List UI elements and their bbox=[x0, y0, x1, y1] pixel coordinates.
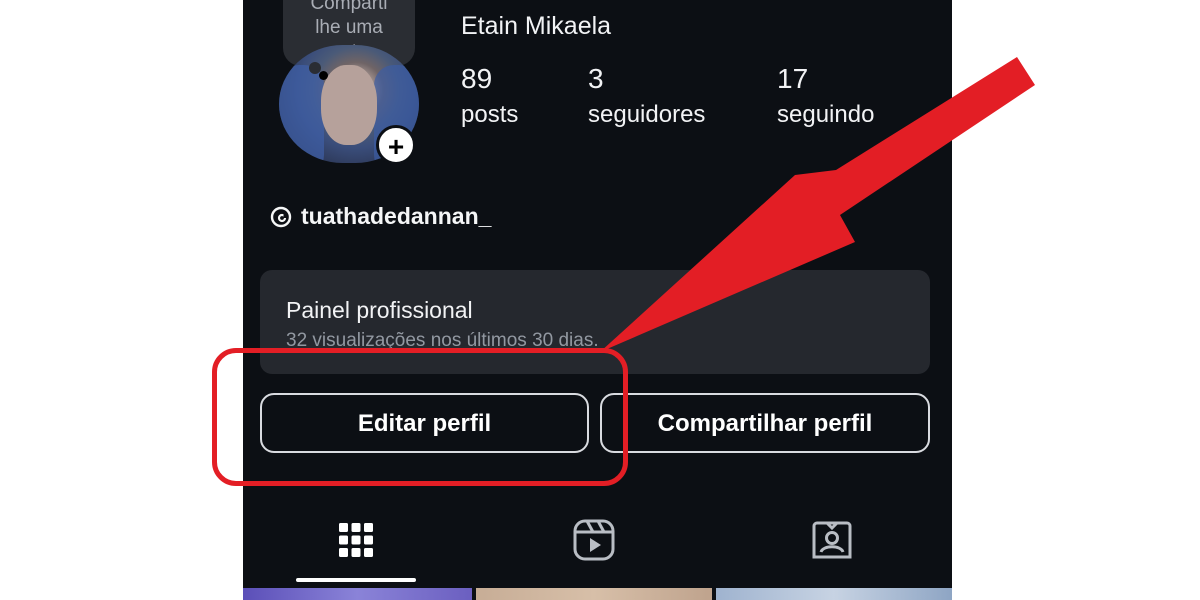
red-arrow-icon bbox=[600, 57, 1035, 352]
